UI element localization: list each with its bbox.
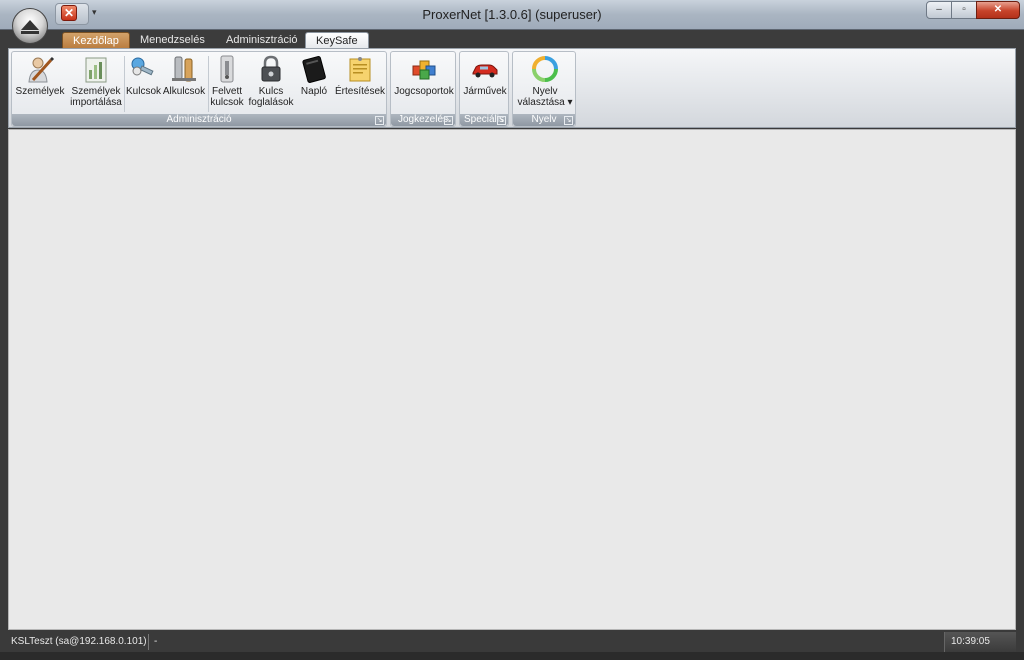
chevron-down-icon: ▾ (567, 97, 573, 108)
ertesitesek-label: Értesítések (334, 86, 386, 97)
ribbon-separator (124, 56, 125, 112)
notes-icon (349, 57, 371, 82)
language-cycle-icon (532, 56, 558, 82)
kulcs-foglalasok-button[interactable]: Kulcs foglalások (248, 54, 294, 114)
ribbon-tab-row: Kezdőlap Menedzselés Adminisztráció KeyS… (0, 30, 1024, 50)
ribbon: Személyek Személyek importálása Kulcsok (8, 48, 1016, 128)
window-title: ProxerNet [1.3.0.6] (superuser) (422, 7, 602, 22)
kulcsok-label: Kulcsok (126, 86, 162, 97)
status-connection: KSLTeszt (sa@192.168.0.101) (11, 636, 147, 647)
ertesitesek-button[interactable]: Értesítések (334, 54, 386, 114)
status-extra: - (154, 636, 158, 647)
person-pen-icon (28, 56, 55, 83)
ribbon-group-adminisztracio: Személyek Személyek importálása Kulcsok (11, 51, 387, 127)
status-divider (148, 634, 149, 650)
nyelv-valasztasa-label: Nyelv választása (517, 86, 565, 108)
kulcs-foglalasok-label: Kulcs foglalások (248, 86, 294, 108)
jogcsoportok-button[interactable]: Jogcsoportok (393, 54, 455, 114)
window-controls: ‒ ▫ ✕ (926, 1, 1020, 19)
nyelv-valasztasa-button[interactable]: Nyelv választása ▾ (515, 54, 575, 114)
maximize-button[interactable]: ▫ (951, 1, 977, 19)
group-launcher-icon[interactable]: ↘ (564, 116, 573, 125)
alkulcsok-label: Alkulcsok (162, 86, 206, 97)
import-chart-icon (85, 57, 107, 83)
szemelyek-importalasa-button[interactable]: Személyek importálása (68, 54, 124, 114)
close-button[interactable]: ✕ (976, 1, 1020, 19)
group-launcher-icon[interactable]: ↘ (497, 116, 506, 125)
felvett-kulcsok-label: Felvett kulcsok (210, 86, 244, 108)
szemelyek-importalasa-label: Személyek importálása (70, 86, 122, 108)
jogcsoportok-label: Jogcsoportok (394, 86, 454, 97)
szemelyek-button[interactable]: Személyek (14, 54, 66, 114)
jarmuvek-label: Járművek (463, 86, 507, 97)
keys-icon (131, 57, 154, 76)
szemelyek-label: Személyek (15, 86, 65, 97)
alkulcsok-button[interactable]: Alkulcsok (162, 54, 206, 114)
kulcsok-button[interactable]: Kulcsok (126, 54, 162, 114)
group-launcher-icon[interactable]: ↘ (444, 116, 453, 125)
eject-bar-icon (21, 31, 39, 34)
minimize-button[interactable]: ‒ (926, 1, 952, 19)
ribbon-group-specialis: Járművek Speciális ↘ (459, 51, 509, 127)
window-bottom-edge (0, 652, 1024, 660)
felvett-kulcsok-button[interactable]: Felvett kulcsok (210, 54, 244, 114)
naplo-button[interactable]: Napló (296, 54, 332, 114)
ribbon-group-jogkezeles: Jogcsoportok Jogkezelés ↘ (390, 51, 456, 127)
group-label-adminisztracio: Adminisztráció (12, 114, 386, 126)
ribbon-group-nyelv: Nyelv választása ▾ Nyelv ↘ (512, 51, 576, 127)
status-clock: 10:39:05 (944, 632, 1016, 652)
subkeys-icon (172, 56, 196, 82)
key-lock-icon (261, 55, 281, 82)
group-launcher-icon[interactable]: ↘ (375, 116, 384, 125)
ribbon-separator (208, 56, 209, 112)
car-icon (472, 64, 498, 78)
key-taken-icon (220, 55, 234, 83)
eject-icon (21, 19, 39, 30)
cubes-icon (412, 60, 436, 80)
log-book-icon (302, 55, 326, 83)
main-content-area (8, 129, 1016, 630)
status-bar: KSLTeszt (sa@192.168.0.101) - 10:39:05 (0, 632, 1024, 652)
application-menu-button[interactable] (12, 8, 48, 44)
jarmuvek-button[interactable]: Járművek (462, 54, 508, 114)
naplo-label: Napló (300, 86, 328, 97)
title-bar: ✕ ▾ ProxerNet [1.3.0.6] (superuser) ‒ ▫ … (0, 0, 1024, 30)
